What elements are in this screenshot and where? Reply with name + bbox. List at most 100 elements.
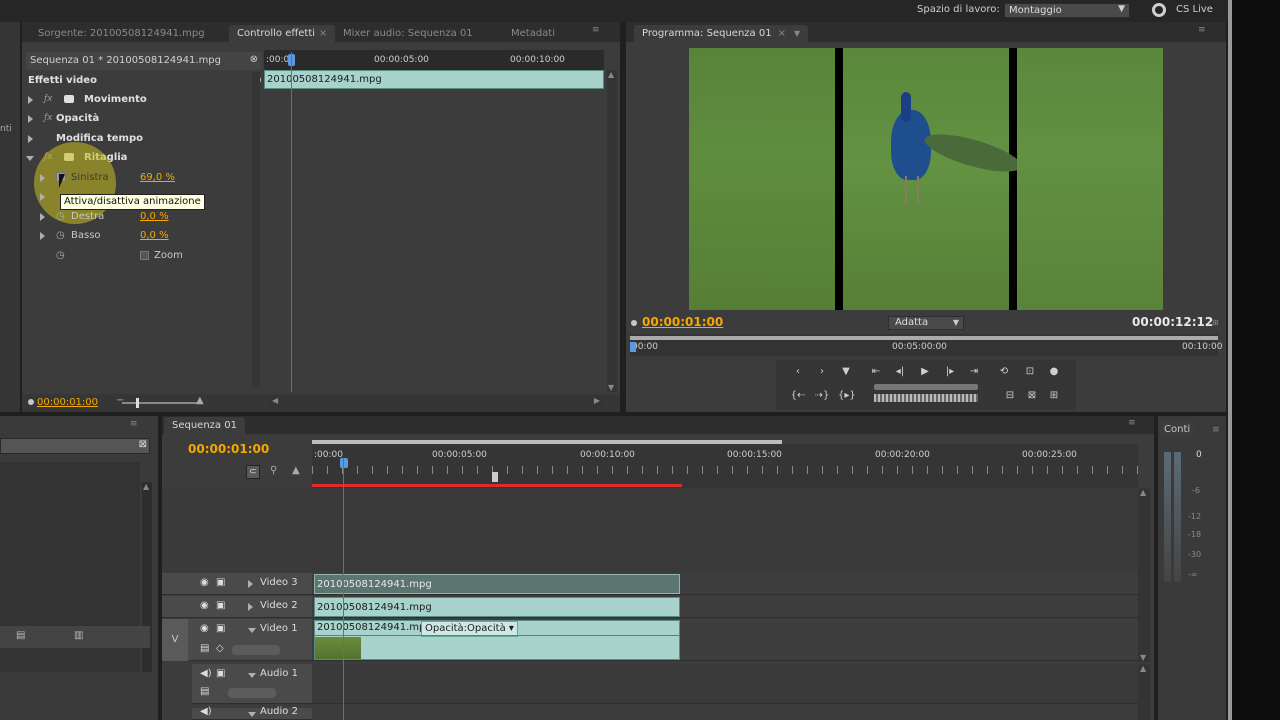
icon-view-icon[interactable]: ▥ <box>74 630 83 641</box>
expand-triangle-icon[interactable] <box>28 96 33 104</box>
collapse-triangle-icon[interactable] <box>248 628 256 633</box>
tab-program[interactable]: Programma: Sequenza 01 × ▼ <box>634 25 809 42</box>
expand-triangle-icon[interactable] <box>248 603 253 611</box>
list-view-icon[interactable]: ▤ <box>16 630 25 641</box>
display-style-icon[interactable]: ▤ <box>200 643 209 654</box>
close-icon[interactable]: ⊠ <box>139 439 147 450</box>
tab-source[interactable]: Sorgente: 20100508124941.mpg <box>30 25 213 42</box>
tab-sequence[interactable]: Sequenza 01 <box>164 417 245 434</box>
stopwatch-icon[interactable]: ◷ <box>56 226 65 245</box>
tab-effect-controls[interactable]: Controllo effetti × <box>229 25 336 42</box>
playhead-marker[interactable] <box>340 458 348 468</box>
fx-icon[interactable]: ƒx <box>44 109 53 128</box>
expand-triangle-icon[interactable] <box>40 174 45 182</box>
play-in-to-out-icon[interactable]: {⇠ <box>790 390 806 401</box>
eye-icon[interactable]: ◉ <box>200 623 209 634</box>
effects-time-ruler[interactable]: :00:00 00:00:05:00 00:00:10:00 <box>264 50 604 70</box>
audio-scrollbar-v[interactable]: ▲ <box>1138 664 1150 720</box>
collapse-triangle-icon[interactable] <box>26 156 34 161</box>
expand-triangle-icon[interactable] <box>248 580 253 588</box>
effects-list-scrollbar[interactable] <box>252 72 260 387</box>
effect-row-movimento[interactable]: ƒx Movimento ↺ <box>26 90 266 109</box>
fit-select[interactable]: Adatta ▼ <box>888 316 964 330</box>
jog-wheel[interactable] <box>874 394 978 402</box>
tab-metadata[interactable]: Metadati <box>503 25 563 42</box>
lock-icon[interactable]: ▲ <box>292 465 300 476</box>
marker-icon[interactable]: ⚲ <box>270 465 277 476</box>
track-header-audio1[interactable]: ◀) ▣ Audio 1 ▤ <box>192 664 312 704</box>
playhead-marker[interactable] <box>630 342 636 352</box>
lock-toggle-icon[interactable]: ▣ <box>216 623 225 634</box>
tab-audio-mixer[interactable]: Mixer audio: Sequenza 01 <box>335 25 481 42</box>
mark-out-icon[interactable]: › <box>814 366 830 377</box>
zoom-checkbox[interactable] <box>140 251 149 260</box>
zoom-slider[interactable] <box>122 402 202 404</box>
loop-icon[interactable]: ⟲ <box>996 366 1012 377</box>
panel-menu-icon[interactable]: ≡ <box>1212 426 1224 435</box>
lock-toggle-icon[interactable]: ▣ <box>216 668 225 679</box>
work-area-bar[interactable] <box>312 440 782 444</box>
keyframe-nav[interactable] <box>228 688 276 698</box>
snap-icon[interactable]: ⊂ <box>246 465 260 479</box>
timeline-scrollbar-v[interactable]: ▲ ▼ <box>1138 488 1150 662</box>
expand-triangle-icon[interactable] <box>40 193 45 204</box>
settings-icon[interactable]: ⊞ <box>1212 318 1219 327</box>
cslive-icon[interactable] <box>1152 3 1166 17</box>
v-target-label[interactable]: V <box>162 619 188 661</box>
param-value-basso[interactable]: 0,0 % <box>140 226 169 245</box>
display-style-icon[interactable]: ▤ <box>200 686 209 697</box>
play-icon[interactable]: ▶ <box>917 366 933 377</box>
collapse-triangle-icon[interactable] <box>248 712 256 717</box>
effects-clip-bar[interactable]: 20100508124941.mpg <box>264 70 604 89</box>
zoom-slider-handle[interactable] <box>136 398 139 408</box>
export-frame-icon[interactable]: ⊞ <box>1046 390 1062 401</box>
program-time-ruler[interactable]: 00:00 00:05:00:00 00:10:00 <box>630 334 1222 356</box>
program-video-frame[interactable] <box>689 48 1163 310</box>
timeline-time-ruler[interactable]: :00:00 00:00:05:00 00:00:10:00 00:00:15:… <box>312 440 1138 488</box>
zoom-out-icon[interactable]: − <box>116 395 124 406</box>
lock-toggle-icon[interactable]: ▣ <box>216 600 225 611</box>
effects-timecode[interactable]: 00:00:01:00 <box>37 397 98 408</box>
program-timecode-current[interactable]: 00:00:01:00 <box>642 315 723 329</box>
collapse-triangle-icon[interactable] <box>248 673 256 678</box>
jog-shuttle[interactable] <box>874 384 978 390</box>
speaker-icon[interactable]: ◀) <box>200 706 212 717</box>
panel-menu-icon[interactable]: ≡ <box>1128 419 1140 428</box>
audio-meter-tab[interactable]: Conti <box>1160 422 1195 438</box>
marker-icon[interactable]: ▼ <box>838 366 854 377</box>
panel-menu-icon[interactable]: ≡ <box>592 26 604 35</box>
clip-video1[interactable]: 20100508124941.mpg Opacità:Opacità ▾ <box>314 620 680 660</box>
keyframe-nav[interactable] <box>232 645 280 655</box>
eye-icon[interactable]: ◉ <box>200 600 209 611</box>
param-value-sinistra[interactable]: 69,0 % <box>140 168 175 187</box>
clip-video2[interactable]: 20100508124941.mpg <box>314 597 680 617</box>
track-header-video1[interactable]: V ◉ ▣ Video 1 ▤ ◇ <box>162 619 312 661</box>
expand-triangle-icon[interactable] <box>28 135 33 143</box>
expand-triangle-icon[interactable] <box>40 213 45 221</box>
go-to-in-icon[interactable]: ⇤ <box>868 366 884 377</box>
project-search-bar[interactable]: ⊠ <box>0 438 150 454</box>
step-forward-icon[interactable]: |▸ <box>942 366 958 377</box>
effects-timeline-scrollbar-h[interactable]: ◀ ▶ <box>270 396 602 408</box>
fx-icon[interactable]: ƒx <box>44 90 53 109</box>
extract-icon[interactable]: ⊠ <box>1024 390 1040 401</box>
output-icon[interactable]: ● <box>1046 366 1062 377</box>
lock-toggle-icon[interactable]: ▣ <box>216 577 225 588</box>
chevron-down-icon[interactable]: ▼ <box>794 29 800 38</box>
shuttle-icon[interactable]: {▸} <box>838 390 856 401</box>
mark-in-icon[interactable]: ‹ <box>790 366 806 377</box>
track-header-audio2[interactable]: ◀) Audio 2 <box>192 706 312 720</box>
panel-menu-icon[interactable]: ≡ <box>130 420 142 429</box>
effect-row-opacita[interactable]: ƒx Opacità ↺ <box>26 109 266 128</box>
close-icon[interactable]: × <box>778 28 786 39</box>
effects-playhead[interactable] <box>291 52 292 392</box>
expand-triangle-icon[interactable] <box>40 232 45 240</box>
timeline-playhead[interactable] <box>343 458 344 720</box>
expand-triangle-icon[interactable] <box>28 115 33 123</box>
track-header-video2[interactable]: ◉ ▣ Video 2 <box>162 596 312 618</box>
cslive-label[interactable]: CS Live <box>1176 4 1213 15</box>
param-row-basso[interactable]: ◷ Basso 0,0 % <box>26 226 266 245</box>
zoom-in-icon[interactable]: ▲ <box>196 395 204 406</box>
go-to-out-icon[interactable]: ⇥ <box>966 366 982 377</box>
workspace-select[interactable]: Montaggio ▼ <box>1004 3 1130 18</box>
